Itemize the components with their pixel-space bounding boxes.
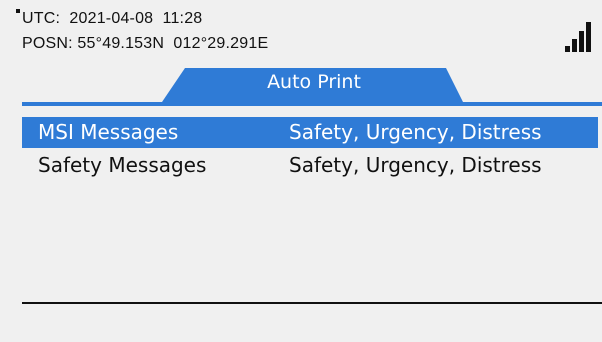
utc-time-readout: UTC: 2021-04-08 11:28 [22,10,203,27]
bottom-divider [22,302,602,304]
list-item-msi-messages[interactable]: MSI Messages Safety, Urgency, Distress [22,117,598,148]
tab-auto-print[interactable]: Auto Print [190,71,438,93]
list-item-value: Safety, Urgency, Distress [289,153,542,177]
tab-bar: Auto Print [0,66,602,102]
list-item-label: MSI Messages [38,120,179,144]
list-item-label: Safety Messages [38,153,207,177]
signal-bar [586,22,591,52]
position-readout: POSN: 55°49.153N 012°29.291E [22,35,269,52]
tab-underline [22,102,602,106]
signal-bar [579,31,584,52]
signal-bar [565,46,570,52]
list-item-safety-messages[interactable]: Safety Messages Safety, Urgency, Distres… [22,150,598,181]
status-indicator-dot [16,9,20,13]
list-item-value: Safety, Urgency, Distress [289,120,542,144]
auto-print-list: MSI Messages Safety, Urgency, Distress S… [22,117,598,183]
signal-strength-icon [565,18,595,52]
signal-bar [572,39,577,52]
